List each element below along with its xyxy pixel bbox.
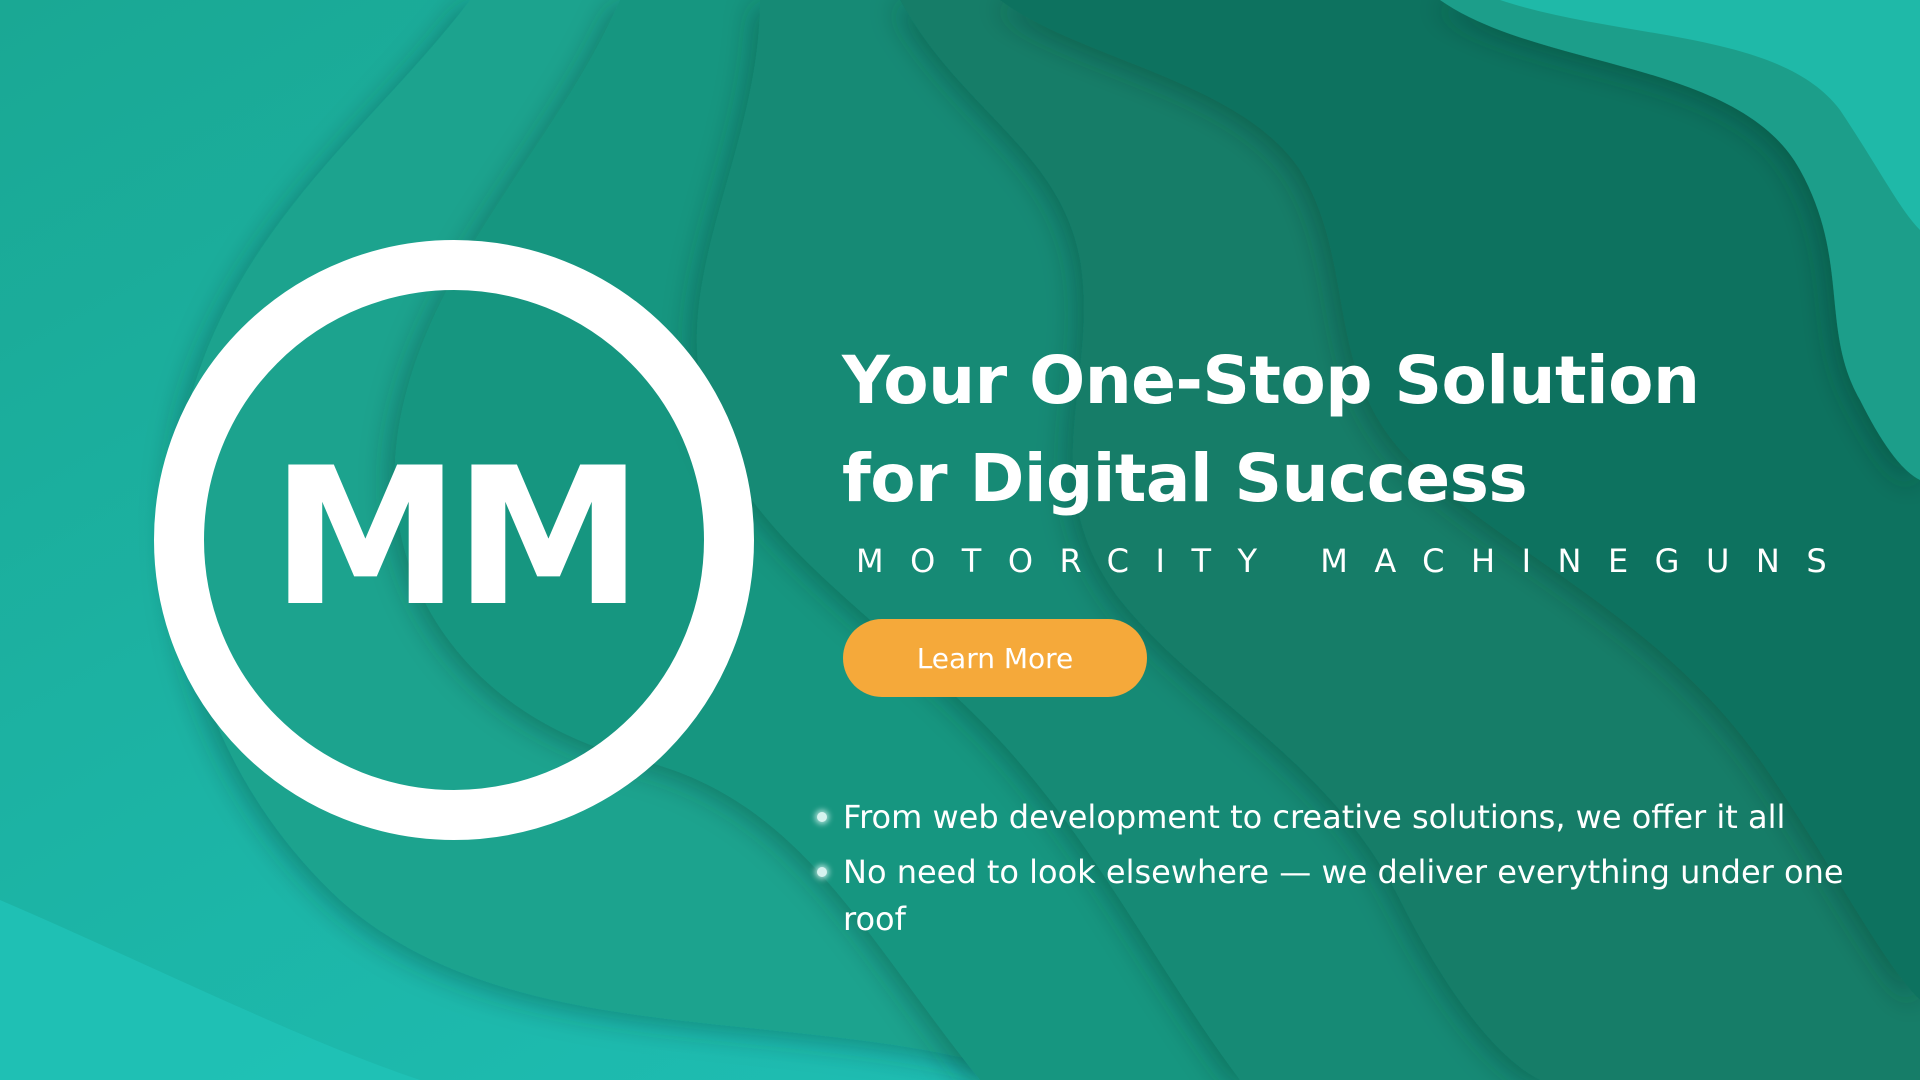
feature-item: From web development to creative solutio… [813, 794, 1903, 841]
hero-headline: Your One-Stop Solution for Digital Succe… [842, 332, 1882, 528]
logo-monogram: MM [270, 427, 643, 648]
feature-text: No need to look elsewhere — we deliver e… [843, 853, 1844, 938]
feature-list: From web development to creative solutio… [813, 794, 1903, 951]
feature-item: No need to look elsewhere — we deliver e… [813, 849, 1903, 943]
bullet-dot-icon [817, 867, 827, 877]
headline-line-1: Your One-Stop Solution [842, 342, 1700, 419]
bullet-dot-icon [817, 812, 827, 822]
learn-more-button[interactable]: Learn More [843, 619, 1147, 697]
headline-line-2: for Digital Success [842, 440, 1528, 517]
brand-name: MOTORCITY MACHINEGUNS [856, 542, 1854, 580]
feature-text: From web development to creative solutio… [843, 798, 1786, 836]
